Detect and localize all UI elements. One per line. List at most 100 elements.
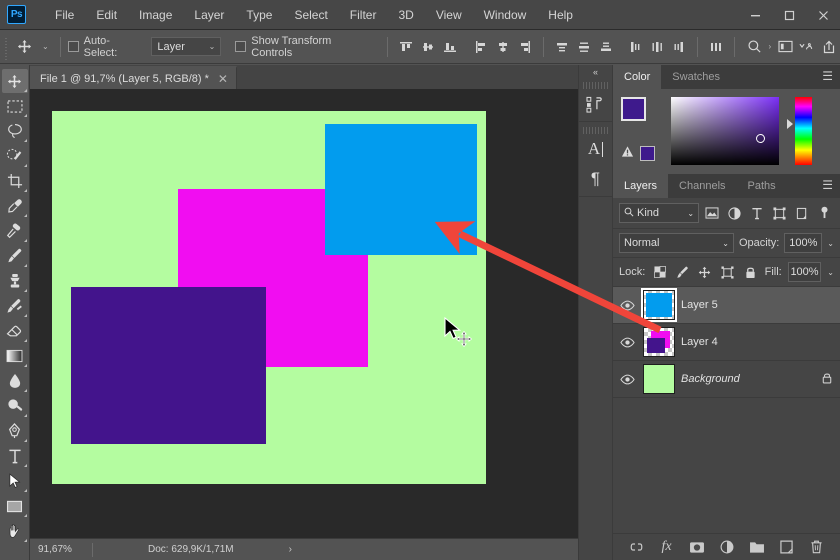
share-icon[interactable] — [818, 36, 840, 58]
close-icon[interactable]: ✕ — [218, 72, 228, 86]
tool-lasso[interactable] — [2, 119, 28, 143]
blend-mode-dropdown[interactable]: Normal ⌄ — [619, 233, 734, 253]
tab-color[interactable]: Color — [613, 65, 662, 89]
blue-square[interactable] — [325, 124, 477, 255]
layer-mask-button[interactable] — [688, 539, 705, 556]
tool-preset-caret-icon[interactable]: ⌄ — [38, 42, 53, 51]
menu-window[interactable]: Window — [473, 5, 538, 25]
canvas-viewport[interactable] — [30, 89, 578, 538]
tool-quick-selection[interactable] — [2, 144, 28, 168]
distribute-top-edges-icon[interactable] — [551, 36, 573, 58]
type-layers-filter-icon[interactable] — [748, 204, 766, 223]
lock-image-pixels-icon[interactable] — [674, 263, 691, 282]
tool-clone-stamp[interactable] — [2, 269, 28, 293]
table-row[interactable]: Layer 4 — [613, 324, 840, 361]
minimize-button[interactable] — [738, 0, 772, 30]
tool-type[interactable] — [2, 444, 28, 468]
paragraph-panel-icon[interactable]: ¶ — [580, 164, 612, 194]
tool-marquee[interactable] — [2, 94, 28, 118]
menu-file[interactable]: File — [44, 5, 85, 25]
menu-view[interactable]: View — [425, 5, 473, 25]
search-icon[interactable] — [744, 36, 766, 58]
table-row[interactable]: Background — [613, 361, 840, 398]
arrange-documents-icon[interactable] — [796, 36, 818, 58]
zoom-level[interactable]: 91,67% — [30, 544, 92, 555]
layer-style-button[interactable]: fx — [658, 539, 675, 556]
color-panel-menu-icon[interactable]: ☰ — [822, 70, 833, 82]
menu-edit[interactable]: Edit — [85, 5, 128, 25]
layer-visibility-toggle[interactable] — [617, 337, 637, 348]
link-layers-button[interactable] — [628, 539, 645, 556]
align-right-edges-icon[interactable] — [514, 36, 536, 58]
distribute-spacing-icon[interactable] — [705, 36, 727, 58]
tool-dodge[interactable] — [2, 394, 28, 418]
menu-help[interactable]: Help — [537, 5, 584, 25]
lock-transparent-pixels-icon[interactable] — [651, 263, 668, 282]
new-layer-button[interactable] — [778, 539, 795, 556]
color-spectrum[interactable] — [671, 97, 779, 165]
tool-eraser[interactable] — [2, 319, 28, 343]
table-row[interactable]: Layer 5 — [613, 287, 840, 324]
foreground-color-swatch[interactable] — [621, 97, 646, 121]
search-caret-icon[interactable]: › — [765, 42, 774, 51]
adjustment-layers-filter-icon[interactable] — [726, 204, 744, 223]
tab-layers[interactable]: Layers — [613, 174, 669, 198]
web-safe-color-swatch[interactable] — [640, 145, 655, 161]
history-actions-icon[interactable] — [580, 89, 612, 119]
distribute-bottom-edges-icon[interactable] — [595, 36, 617, 58]
align-left-edges-icon[interactable] — [470, 36, 492, 58]
layer-visibility-toggle[interactable] — [617, 374, 637, 385]
purple-rectangle[interactable] — [71, 287, 266, 444]
pixel-layers-filter-icon[interactable] — [703, 204, 721, 223]
tool-crop[interactable] — [2, 169, 28, 193]
lock-all-icon[interactable] — [742, 263, 759, 282]
distribute-vertical-centers-icon[interactable] — [573, 36, 595, 58]
layer-name[interactable]: Layer 5 — [681, 299, 840, 311]
tool-history-brush[interactable] — [2, 294, 28, 318]
opacity-chevron-icon[interactable]: ⌄ — [827, 239, 834, 248]
align-bottom-edges-icon[interactable] — [439, 36, 461, 58]
align-vertical-centers-icon[interactable] — [417, 36, 439, 58]
options-bar-grip[interactable] — [2, 33, 10, 60]
fill-chevron-icon[interactable]: ⌄ — [827, 268, 834, 277]
menu-3d[interactable]: 3D — [387, 5, 424, 25]
menu-filter[interactable]: Filter — [339, 5, 388, 25]
tool-path-selection[interactable] — [2, 469, 28, 493]
menu-select[interactable]: Select — [283, 5, 338, 25]
adjustment-layer-button[interactable] — [718, 539, 735, 556]
tab-paths[interactable]: Paths — [736, 174, 787, 198]
character-panel-icon[interactable]: A — [580, 134, 612, 164]
expand-panels-icon[interactable]: « — [579, 65, 612, 79]
opacity-value[interactable]: 100% — [784, 233, 823, 253]
layer-visibility-toggle[interactable] — [617, 300, 637, 311]
document-tab[interactable]: File 1 @ 91,7% (Layer 5, RGB/8) * ✕ — [30, 66, 237, 89]
canvas[interactable] — [52, 111, 486, 484]
layers-panel-menu-icon[interactable]: ☰ — [822, 179, 833, 191]
tool-healing-brush[interactable] — [2, 219, 28, 243]
layer-filter-kind-dropdown[interactable]: Kind ⌄ — [619, 203, 700, 223]
align-horizontal-centers-icon[interactable] — [492, 36, 514, 58]
workspace-icon[interactable] — [774, 36, 796, 58]
move-tool-icon[interactable] — [12, 35, 38, 59]
close-button[interactable] — [806, 0, 840, 30]
layer-thumbnail[interactable] — [643, 327, 675, 357]
auto-select-scope-dropdown[interactable]: Layer ⌄ — [151, 37, 222, 56]
layer-thumbnail[interactable] — [643, 364, 675, 394]
layer-name[interactable]: Background — [681, 373, 816, 385]
filter-toggle-icon[interactable] — [815, 204, 833, 223]
tool-hand[interactable] — [2, 519, 28, 543]
mini-dock-grip-2[interactable] — [582, 127, 609, 134]
mini-dock-grip-1[interactable] — [582, 82, 609, 89]
menu-layer[interactable]: Layer — [183, 5, 235, 25]
tool-gradient[interactable] — [2, 344, 28, 368]
shape-layers-filter-icon[interactable] — [771, 204, 789, 223]
new-group-button[interactable] — [748, 539, 765, 556]
layer-thumbnail[interactable] — [641, 288, 677, 322]
layer-name[interactable]: Layer 4 — [681, 336, 840, 348]
distribute-horizontal-centers-icon[interactable] — [646, 36, 668, 58]
maximize-button[interactable] — [772, 0, 806, 30]
tab-channels[interactable]: Channels — [668, 174, 737, 198]
auto-select-checkbox[interactable] — [67, 41, 79, 52]
delete-layer-button[interactable] — [808, 539, 825, 556]
smart-object-filter-icon[interactable] — [793, 204, 811, 223]
